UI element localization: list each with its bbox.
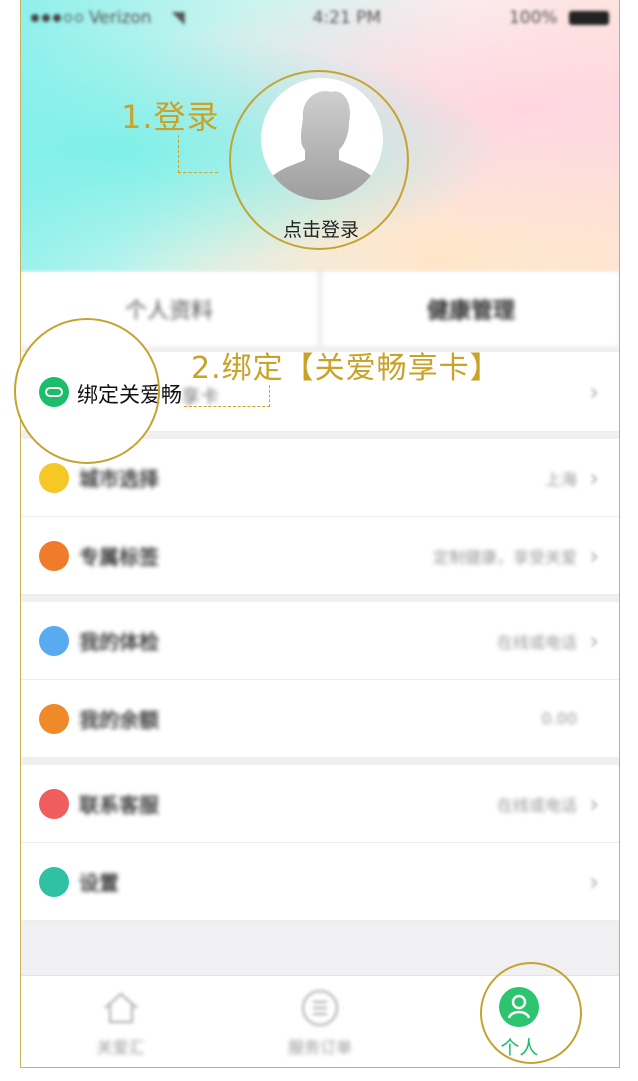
chevron-right-icon: › bbox=[589, 789, 599, 818]
menu-value: 在线或电话 bbox=[496, 795, 577, 815]
annotation-step2-leader bbox=[184, 385, 270, 407]
annotation-step2: 2.绑定【关爱畅享卡】 bbox=[191, 351, 501, 386]
menu-label: 设置 bbox=[79, 871, 119, 895]
menu-label: 我的余额 bbox=[79, 708, 159, 732]
chevron-right-icon: › bbox=[589, 867, 599, 896]
chevron-right-icon: › bbox=[589, 463, 599, 492]
menu-row-settings[interactable]: 设置 › bbox=[21, 843, 619, 921]
home-icon bbox=[103, 992, 138, 1024]
signal-icon bbox=[31, 14, 83, 22]
menu-label: 联系客服 bbox=[79, 793, 159, 817]
tag-icon bbox=[39, 540, 69, 571]
bottom-tab-bar: 关爱汇 服务订单 个人 bbox=[21, 975, 619, 1067]
menu-value: 在线或电话 bbox=[496, 632, 577, 652]
chevron-right-icon: › bbox=[589, 626, 599, 655]
menu-label: 我的体检 bbox=[79, 630, 159, 654]
tab-label: 服务订单 bbox=[287, 1038, 352, 1057]
tab-personal[interactable]: 个人 bbox=[420, 976, 619, 1067]
battery-icon bbox=[569, 11, 609, 25]
carrier-label: Verizon bbox=[89, 8, 152, 28]
wifi-icon: ◥ bbox=[171, 8, 185, 28]
login-prompt[interactable]: 点击登录 bbox=[21, 215, 619, 242]
tab-label: 关爱汇 bbox=[96, 1038, 145, 1057]
tab-orders[interactable]: 服务订单 bbox=[220, 976, 419, 1067]
menu-label: 专属标签 bbox=[79, 545, 159, 569]
person-icon bbox=[499, 986, 540, 1027]
menu-row-checkup[interactable]: 我的体检 在线或电话 › bbox=[21, 602, 619, 680]
menu-row-support[interactable]: 联系客服 在线或电话 › bbox=[21, 765, 619, 843]
list-icon bbox=[301, 989, 339, 1027]
support-icon bbox=[39, 788, 69, 819]
balance-icon bbox=[39, 703, 69, 734]
battery-label: 100% bbox=[508, 8, 558, 28]
city-icon bbox=[39, 462, 69, 493]
settings-icon bbox=[39, 866, 69, 897]
tab-home[interactable]: 关爱汇 bbox=[21, 976, 220, 1067]
menu-value: 定制健康，享受关爱 bbox=[432, 547, 577, 567]
menu-label: 城市选择 bbox=[79, 467, 159, 491]
chevron-right-icon: › bbox=[589, 541, 599, 570]
menu-value: 上海 bbox=[544, 469, 577, 489]
annotation-step1: 1.登录 bbox=[121, 98, 220, 136]
menu-value: 0.00 bbox=[541, 709, 577, 728]
bind-card-label: 绑定关爱畅 bbox=[77, 383, 182, 407]
phone-frame: Verizon ◥ 4:21 PM 100% 1.登录 点击登录 个人资料 健康… bbox=[20, 0, 620, 1068]
annotation-step1-leader bbox=[178, 135, 218, 173]
status-bar: Verizon ◥ 4:21 PM 100% bbox=[21, 0, 619, 36]
chevron-right-icon: › bbox=[589, 377, 599, 406]
profile-header: Verizon ◥ 4:21 PM 100% 1.登录 点击登录 bbox=[21, 0, 619, 272]
tab-health-management[interactable]: 健康管理 bbox=[323, 272, 619, 346]
card-link-icon bbox=[39, 376, 69, 407]
menu-row-balance[interactable]: 我的余额 0.00 bbox=[21, 680, 619, 758]
tab-label: 个人 bbox=[500, 1036, 539, 1059]
time-label: 4:21 PM bbox=[312, 8, 382, 28]
menu-row-tags[interactable]: 专属标签 定制健康，享受关爱 › bbox=[21, 517, 619, 595]
checkup-icon bbox=[39, 625, 69, 656]
